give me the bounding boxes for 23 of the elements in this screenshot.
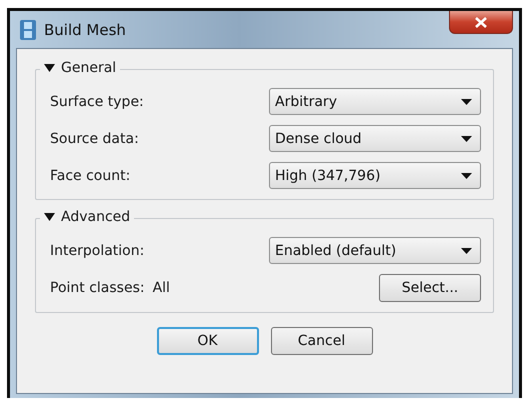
close-icon <box>475 16 487 28</box>
window-title: Build Mesh <box>44 20 127 38</box>
dropdown[interactable]: Arbitrary <box>269 88 481 115</box>
dialog-button[interactable]: Cancel <box>270 327 372 355</box>
field-label: Source data: <box>50 130 139 146</box>
film-strip-icon <box>20 20 36 40</box>
field-label: Interpolation: <box>50 242 144 258</box>
field-value: All <box>152 280 170 296</box>
dropdown-arrow-icon <box>461 172 472 178</box>
field-label: Face count: <box>50 168 130 184</box>
field-label: Point classes: <box>50 280 145 296</box>
dropdown[interactable]: Enabled (default) <box>269 237 481 264</box>
dropdown-arrow-icon <box>461 248 472 254</box>
dropdown[interactable]: Dense cloud <box>269 125 481 152</box>
collapse-triangle-icon <box>44 64 55 72</box>
dropdown[interactable]: High (347,796) <box>269 162 481 189</box>
dropdown-arrow-icon <box>461 98 472 104</box>
field-label: Surface type: <box>50 94 144 110</box>
dropdown-arrow-icon <box>461 136 472 142</box>
dialog-button[interactable]: OK <box>156 327 258 355</box>
close-button[interactable] <box>449 11 513 34</box>
collapse-triangle-icon <box>44 213 55 221</box>
select-button[interactable]: Select... <box>379 274 481 302</box>
